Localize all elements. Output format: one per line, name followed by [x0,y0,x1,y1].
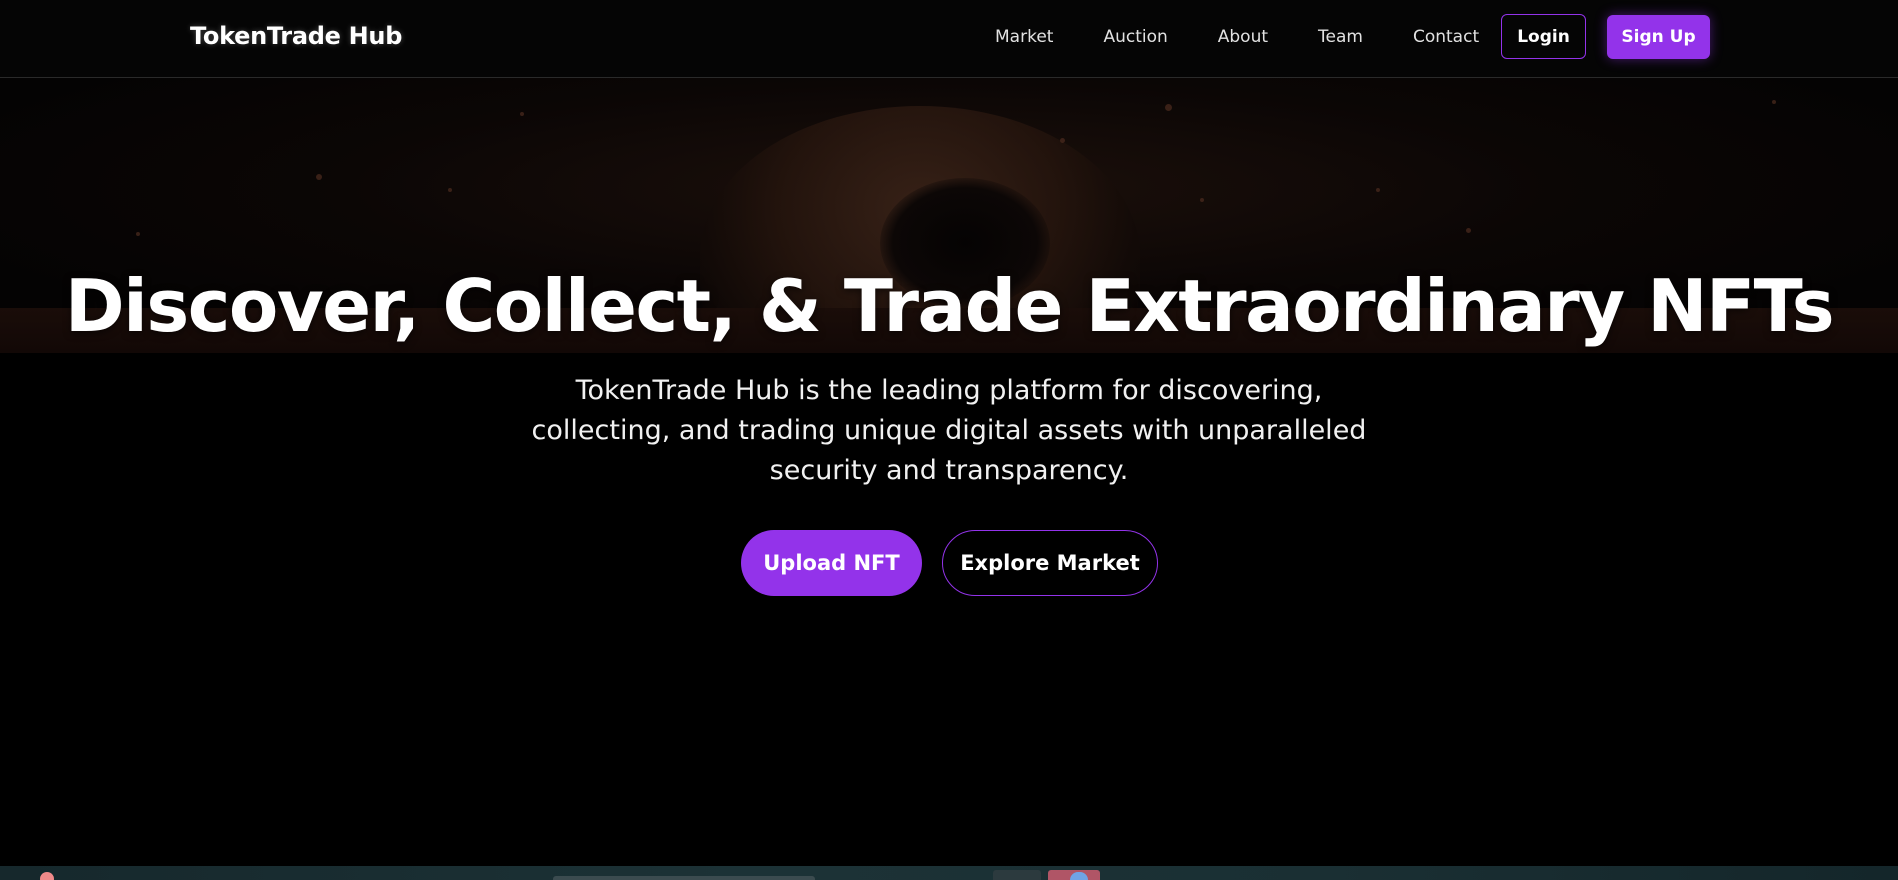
star-particle [520,112,524,116]
taskbar-app-icon[interactable] [40,872,54,880]
star-particle [1376,188,1380,192]
star-particle [1060,138,1065,143]
upload-nft-button[interactable]: Upload NFT [741,530,922,596]
nav-links: Market Auction About Team Contact [995,27,1479,47]
nav-link-market[interactable]: Market [995,27,1053,47]
hero-subtitle: TokenTrade Hub is the leading platform f… [531,375,1367,486]
login-button[interactable]: Login [1501,14,1586,59]
taskbar-search-box[interactable] [553,876,815,880]
nav-link-contact[interactable]: Contact [1413,27,1479,47]
nav-link-auction[interactable]: Auction [1103,27,1167,47]
nav-link-team[interactable]: Team [1318,27,1363,47]
star-particle [1165,104,1172,111]
star-particle [316,174,322,180]
signup-button[interactable]: Sign Up [1607,15,1710,59]
star-particle [1466,228,1471,233]
taskbar-strip [0,866,1898,880]
star-particle [1772,100,1776,104]
star-particle [448,188,452,192]
explore-market-button[interactable]: Explore Market [942,530,1158,596]
nav-link-about[interactable]: About [1218,27,1268,47]
taskbar-app-icon[interactable] [993,870,1041,880]
navbar: TokenTrade Hub Market Auction About Team… [0,0,1898,78]
star-particle [1200,198,1204,202]
page: TokenTrade Hub Market Auction About Team… [0,0,1898,880]
hero-title: Discover, Collect, & Trade Extraordinary… [64,264,1835,348]
star-particle [136,232,140,236]
taskbar-app-icon-badge [1070,872,1088,880]
brand-logo[interactable]: TokenTrade Hub [190,22,402,50]
